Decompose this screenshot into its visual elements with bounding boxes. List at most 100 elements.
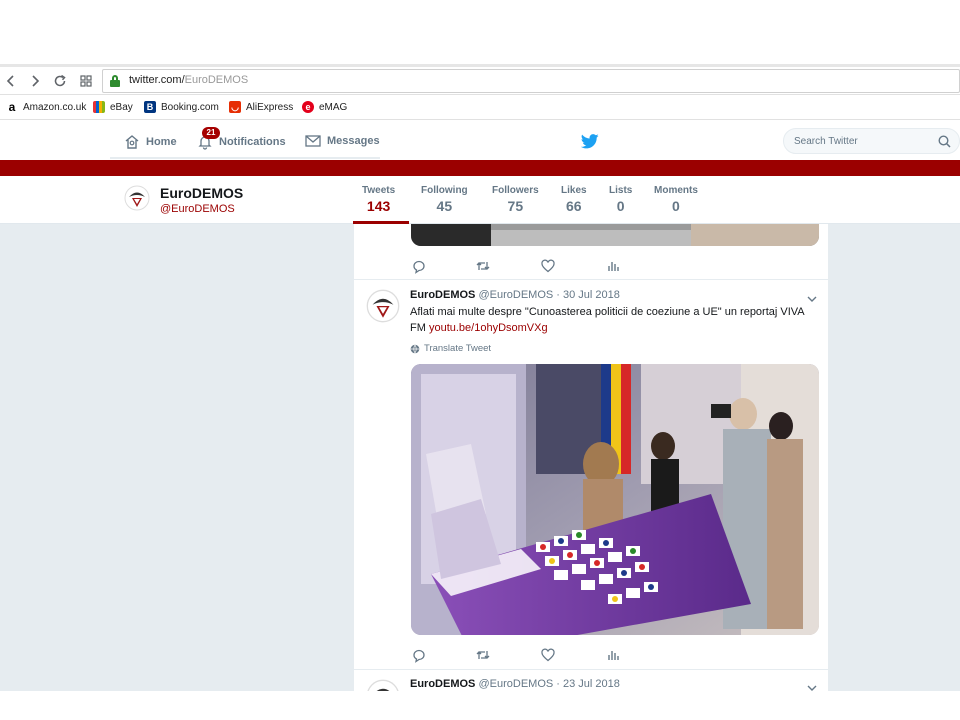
analytics-icon[interactable] bbox=[605, 647, 621, 663]
address-bar-row: twitter.com/EuroDEMOS bbox=[0, 67, 960, 95]
eurodemos-logo-icon bbox=[124, 185, 150, 211]
tweet-link[interactable]: youtu.be/1ohyDsomVXg bbox=[429, 322, 548, 334]
bookmark-label: eBay bbox=[110, 101, 133, 113]
tweet-avatar[interactable] bbox=[366, 679, 400, 691]
stat-label: Followers bbox=[492, 185, 539, 196]
stat-value: 0 bbox=[672, 198, 680, 214]
bookmark-amazon[interactable]: a Amazon.co.uk bbox=[6, 101, 86, 113]
bookmark-emag[interactable]: e eMAG bbox=[302, 101, 347, 113]
like-heart-icon[interactable] bbox=[540, 258, 556, 274]
booking-icon: B bbox=[144, 101, 156, 113]
forward-button[interactable] bbox=[26, 72, 44, 90]
stat-moments[interactable]: Moments 0 bbox=[654, 185, 698, 214]
emag-icon: e bbox=[302, 101, 314, 113]
tweet-text: Aflati mai multe despre "Cunoasterea pol… bbox=[410, 304, 818, 336]
tabs-grid-button[interactable] bbox=[77, 72, 95, 90]
nav-home-label: Home bbox=[146, 136, 177, 148]
bookmark-booking[interactable]: B Booking.com bbox=[144, 101, 219, 113]
amazon-icon: a bbox=[6, 101, 18, 113]
profile-nav: EuroDEMOS @EuroDEMOS Tweets 143 Followin… bbox=[0, 176, 960, 224]
notifications-count-badge: 21 bbox=[202, 127, 220, 139]
bookmark-label: eMAG bbox=[319, 101, 348, 113]
nav-underline bbox=[110, 157, 380, 159]
tweet-author-name[interactable]: EuroDEMOS bbox=[410, 289, 475, 301]
retweet-icon[interactable] bbox=[475, 258, 491, 274]
tweet-avatar[interactable] bbox=[366, 289, 400, 323]
stat-value: 75 bbox=[507, 198, 524, 214]
tweet-actions bbox=[411, 258, 621, 274]
url-text: twitter.com/EuroDEMOS bbox=[129, 74, 249, 86]
bookmark-label: AliExpress bbox=[246, 101, 294, 113]
globe-icon bbox=[410, 344, 420, 354]
lock-icon bbox=[110, 75, 120, 87]
stat-label: Lists bbox=[609, 185, 633, 196]
photo-image bbox=[411, 364, 819, 635]
ebay-icon bbox=[93, 101, 105, 113]
stat-likes[interactable]: Likes 66 bbox=[561, 185, 587, 214]
tweet-actions bbox=[411, 647, 621, 663]
search-twitter-input[interactable]: Search Twitter bbox=[783, 128, 960, 154]
grid-icon bbox=[80, 75, 92, 87]
stat-tweets[interactable]: Tweets 143 bbox=[362, 185, 395, 214]
slide-bottom-margin bbox=[0, 691, 960, 720]
tweet-author-handle[interactable]: @EuroDEMOS bbox=[478, 289, 553, 301]
reply-icon[interactable] bbox=[411, 258, 427, 274]
tweet-author-handle[interactable]: @EuroDEMOS bbox=[478, 678, 553, 690]
reload-icon bbox=[54, 74, 66, 87]
analytics-icon[interactable] bbox=[605, 258, 621, 274]
stat-followers[interactable]: Followers 75 bbox=[492, 185, 539, 214]
tweet-separator bbox=[354, 669, 828, 670]
like-heart-icon[interactable] bbox=[540, 647, 556, 663]
profile-header-band bbox=[0, 160, 960, 176]
tweet-author-name[interactable]: EuroDEMOS bbox=[410, 678, 475, 690]
stat-label: Tweets bbox=[362, 185, 396, 196]
tweet-date[interactable]: · 23 Jul 2018 bbox=[556, 678, 620, 690]
stat-following[interactable]: Following 45 bbox=[421, 185, 468, 214]
eurodemos-logo-icon bbox=[366, 289, 400, 323]
stat-lists[interactable]: Lists 0 bbox=[609, 185, 632, 214]
bookmark-label: Amazon.co.uk bbox=[23, 101, 87, 113]
eurodemos-logo-icon bbox=[367, 679, 399, 691]
retweet-icon[interactable] bbox=[475, 647, 491, 663]
stat-label: Moments bbox=[654, 185, 698, 196]
nav-home[interactable]: Home bbox=[124, 134, 177, 150]
reply-icon[interactable] bbox=[411, 647, 427, 663]
previous-tweet-media[interactable] bbox=[411, 224, 819, 246]
translate-tweet-link[interactable]: Translate Tweet bbox=[410, 343, 491, 354]
photo-image bbox=[411, 224, 819, 246]
envelope-icon bbox=[305, 135, 321, 147]
stat-label: Likes bbox=[561, 185, 587, 196]
tweet-separator bbox=[354, 279, 828, 280]
profile-avatar[interactable] bbox=[124, 185, 150, 211]
tweet-photo[interactable] bbox=[411, 364, 819, 635]
bookmark-ebay[interactable]: eBay bbox=[93, 101, 133, 113]
nav-messages[interactable]: Messages bbox=[305, 134, 380, 148]
home-icon bbox=[125, 135, 139, 149]
forward-arrow-icon bbox=[32, 75, 40, 87]
nav-messages-label: Messages bbox=[327, 135, 380, 147]
tweet-date[interactable]: · 30 Jul 2018 bbox=[556, 289, 620, 301]
translate-tweet-label: Translate Tweet bbox=[424, 343, 492, 354]
tweet-header: EuroDEMOS @EuroDEMOS · 30 Jul 2018 bbox=[410, 289, 620, 301]
back-arrow-icon bbox=[6, 75, 14, 87]
nav-notifications-label: Notifications bbox=[219, 136, 286, 148]
back-button[interactable] bbox=[2, 72, 20, 90]
search-icon[interactable] bbox=[938, 135, 951, 148]
tweet-header: EuroDEMOS @EuroDEMOS · 23 Jul 2018 bbox=[410, 678, 620, 690]
twitter-global-nav: Home Notifications Messages Search Twitt… bbox=[0, 122, 960, 160]
aliexpress-icon: ◡ bbox=[229, 101, 241, 113]
url-field[interactable]: twitter.com/EuroDEMOS bbox=[102, 69, 960, 93]
bookmark-label: Booking.com bbox=[161, 101, 219, 113]
stat-value: 0 bbox=[616, 198, 625, 214]
search-placeholder: Search Twitter bbox=[794, 136, 858, 147]
reload-button[interactable] bbox=[51, 72, 69, 90]
stat-value: 66 bbox=[566, 198, 582, 214]
stat-value: 143 bbox=[366, 198, 391, 214]
stat-value: 45 bbox=[436, 198, 453, 214]
profile-name[interactable]: EuroDEMOS bbox=[160, 185, 243, 201]
stat-label: Following bbox=[421, 185, 468, 196]
profile-handle[interactable]: @EuroDEMOS bbox=[160, 203, 235, 215]
twitter-bird-icon[interactable] bbox=[581, 134, 599, 149]
bookmarks-bar: a Amazon.co.uk eBay B Booking.com ◡ AliE… bbox=[0, 96, 960, 120]
bookmark-aliexpress[interactable]: ◡ AliExpress bbox=[229, 101, 293, 113]
